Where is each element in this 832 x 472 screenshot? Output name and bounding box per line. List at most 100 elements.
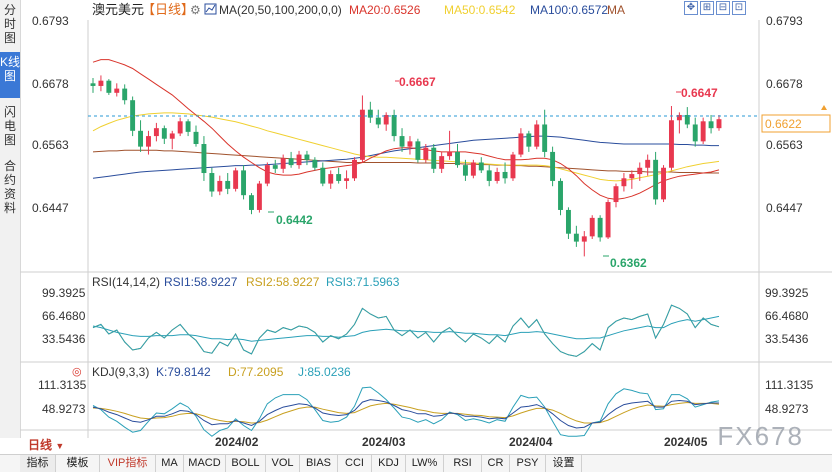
kdj-k-value: K:79.8142 (156, 365, 211, 379)
candle-body (661, 167, 666, 200)
toolbar-indicator[interactable]: 指标 (20, 455, 56, 472)
toolbar-cci[interactable]: CCI (338, 455, 372, 472)
rsi2-value: RSI2:58.9227 (246, 275, 320, 289)
candle-body (613, 186, 619, 203)
period-button-label: 日线 (28, 438, 53, 452)
candle-body (344, 178, 350, 181)
symbol-title: 澳元美元 (92, 2, 144, 17)
kdj-tick-right-2: 48.9273 (765, 402, 809, 416)
kdj-panel (92, 386, 720, 437)
candle-body (217, 180, 223, 192)
toolbar-bias[interactable]: BIAS (300, 455, 338, 472)
candle-body (256, 183, 262, 210)
candle-body (494, 171, 500, 181)
xaxis-label-1: 2024/02 (215, 435, 259, 449)
rsi3-line (92, 315, 720, 342)
kdj-tick-left-1: 111.3135 (38, 378, 87, 392)
candle-body (668, 120, 674, 168)
candle-body (526, 133, 532, 147)
candle-body (153, 128, 159, 137)
candle-body (645, 159, 651, 168)
price-tick-right-4: 0.6447 (766, 201, 803, 215)
indicator-toolbar: 指标 模板 VIP指标 MA MACD BOLL VOL BIAS CCI KD… (0, 454, 832, 472)
toolbar-cr[interactable]: CR (482, 455, 510, 472)
candle-body (320, 167, 326, 184)
candle-body (621, 178, 627, 187)
toolbar-vol[interactable]: VOL (266, 455, 300, 472)
chart-svg: 澳元美元 【日线】 ⚙ MA(20,50,100,200,0,0) MA20:0… (20, 2, 832, 449)
ma-label: MA(20,50,100,200,0,0) (219, 3, 342, 17)
annotation-low-2: 0.6362 (610, 256, 647, 270)
rsi-tick-right-2: 66.4680 (765, 309, 809, 323)
price-tick-left-4: 0.6447 (32, 201, 69, 215)
candle-body (312, 159, 318, 168)
candle-body (280, 158, 286, 169)
candle-body (304, 154, 310, 160)
candle-body (106, 80, 112, 93)
candle-body (359, 109, 365, 160)
candle-body (272, 165, 278, 169)
kdj-d-value: D:77.2095 (228, 365, 284, 379)
price-tick-right-2: 0.6678 (766, 77, 803, 91)
toolbar-macd[interactable]: MACD (184, 455, 226, 472)
toolbar-lwr[interactable]: LW% (406, 455, 444, 472)
annotation-low-1: 0.6442 (276, 213, 313, 227)
watermark: FX678 (717, 421, 804, 451)
candle-body (653, 159, 659, 200)
candle-body (589, 217, 595, 237)
candle-body (573, 233, 579, 242)
current-price-value: 0.6622 (765, 117, 802, 131)
candle-body (486, 170, 492, 181)
candle-body (98, 80, 104, 86)
price-tick-right-3: 0.6563 (766, 138, 803, 152)
candle-body (201, 144, 207, 174)
ma100-value: MA100:0.6572 (530, 3, 608, 17)
candle-body (264, 165, 270, 184)
kline-window: 分时图 K线图 闪电图 合约资料 ✥ ⊞ ⊟ ⊡ 澳元美元 【日线】 ⚙ MA(… (0, 0, 832, 472)
candle-body (233, 170, 239, 189)
toolbar-psy[interactable]: PSY (510, 455, 546, 472)
rsi-tick-left-1: 99.3925 (42, 286, 86, 300)
candle-body (455, 151, 460, 166)
toolbar-settings[interactable]: 设置 (546, 455, 582, 472)
candle-body (391, 114, 397, 137)
candle-body (462, 165, 468, 176)
toolbar-rsi[interactable]: RSI (444, 455, 482, 472)
candle-body (716, 119, 722, 129)
candle-body (581, 236, 587, 242)
candle-body (510, 154, 516, 179)
candle-body (161, 128, 167, 139)
candle-body (597, 217, 603, 238)
period-button[interactable]: 日线 ▼ (28, 437, 64, 453)
kdj-marker-icon: ◎ (72, 366, 82, 378)
toolbar-kdj[interactable]: KDJ (372, 455, 406, 472)
annotation-high-1: 0.6667 (399, 75, 436, 89)
candle-body (328, 174, 334, 184)
candle-body (193, 131, 199, 144)
toolbar-boll[interactable]: BOLL (226, 455, 266, 472)
candle-body (502, 171, 508, 179)
rsi1-value: RSI1:58.9227 (164, 275, 238, 289)
candle-body (296, 154, 302, 166)
chevron-down-icon: ▼ (55, 441, 65, 451)
candle-body (558, 180, 563, 210)
candle-body (375, 117, 381, 125)
candle-body (692, 124, 698, 142)
candle-body (423, 147, 429, 160)
toolbar-template[interactable]: 模板 (56, 455, 100, 472)
settings-icon[interactable]: ⚙ (190, 3, 201, 17)
candle-body (518, 133, 524, 155)
candle-body (352, 159, 357, 179)
toolbar-vip[interactable]: VIP指标 (100, 455, 156, 472)
candle-body (629, 174, 635, 179)
toolbar-ma[interactable]: MA (156, 455, 184, 472)
candle-body (241, 170, 247, 196)
candle-body (534, 124, 540, 147)
candle-body (439, 156, 445, 169)
candle-body (185, 121, 191, 132)
current-price-marker-icon (821, 105, 827, 110)
candle-body (605, 202, 611, 238)
candle-body (90, 83, 96, 86)
candle-body (209, 173, 215, 192)
rsi-label: RSI(14,14,2) (92, 275, 160, 289)
